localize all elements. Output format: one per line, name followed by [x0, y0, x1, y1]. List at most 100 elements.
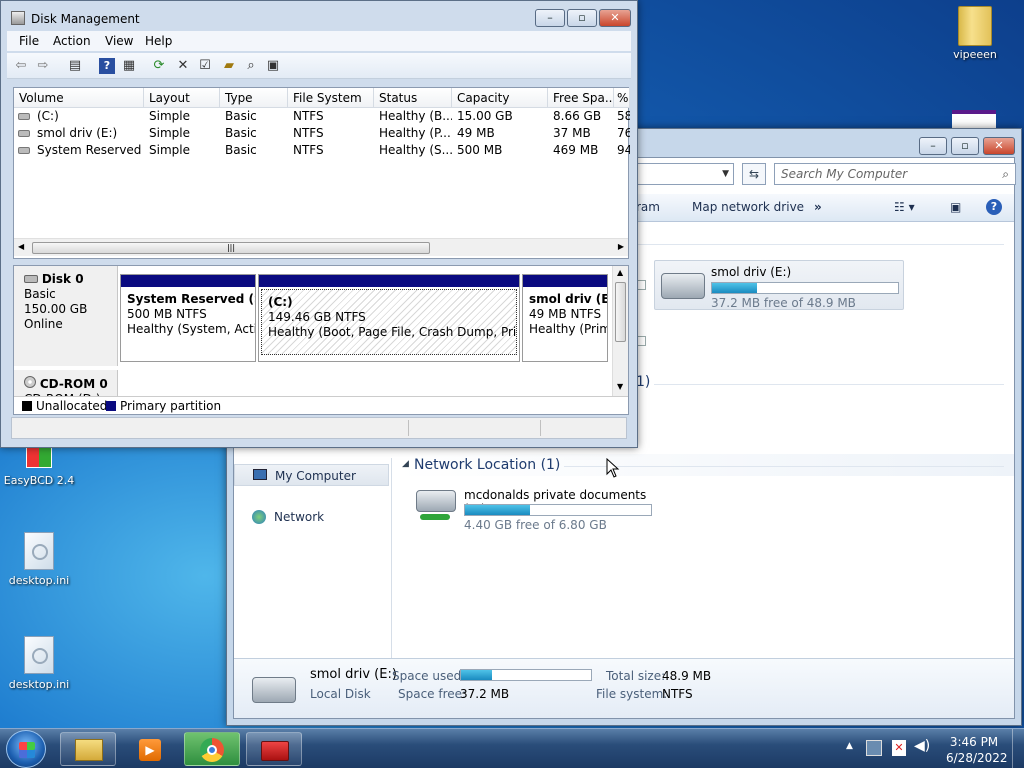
mouse-cursor-icon — [606, 458, 620, 478]
column-header-volume[interactable]: Volume — [14, 88, 144, 108]
horizontal-scrollbar[interactable]: ◀ ||| ▶ — [14, 238, 628, 256]
properties-icon[interactable]: ▦ — [121, 58, 137, 74]
cell-percent: 58 — [617, 109, 630, 123]
properties-sheet-icon[interactable]: ▣ — [265, 58, 281, 74]
program-command-button[interactable]: ram — [636, 200, 660, 214]
network-icon — [252, 510, 266, 524]
space-free-value: 37.2 MB — [460, 687, 510, 701]
scroll-right-icon[interactable]: ▶ — [618, 242, 624, 251]
column-header-type[interactable]: Type — [220, 88, 288, 108]
disk-management-window: Disk Management – ▫ ✕ File Action View H… — [0, 0, 638, 448]
drive-z-item[interactable]: mcdonalds private documents (Z:) 4.40 GB… — [408, 482, 658, 532]
column-header-layout[interactable]: Layout — [144, 88, 220, 108]
open-folder-icon[interactable]: ▰ — [221, 58, 237, 74]
help-icon[interactable]: ? — [99, 58, 115, 74]
cell-free-space: 469 MB — [553, 143, 599, 157]
minimize-button[interactable]: – — [919, 137, 947, 155]
network-location-header[interactable]: Network Location (1) — [414, 457, 560, 473]
hard-drive-icon — [661, 273, 705, 299]
cell-layout: Simple — [149, 109, 190, 123]
cell-file-system: NTFS — [293, 143, 324, 157]
search-icon[interactable]: ⌕ — [243, 58, 259, 74]
partition-c[interactable]: (C:) 149.46 GB NTFS Healthy (Boot, Page … — [258, 274, 520, 362]
back-icon[interactable]: ⇦ — [13, 58, 29, 74]
action-center-icon[interactable]: ✕ — [892, 740, 906, 756]
vertical-scrollbar[interactable]: ▲ ▼ — [612, 266, 628, 396]
view-options-icon[interactable]: ☷ ▾ — [894, 200, 915, 214]
toolbar: ⇦ ⇨ ▤ ? ▦ ⟳ ✕ ☑ ▰ ⌕ ▣ — [7, 53, 631, 79]
map-network-drive-button[interactable]: Map network drive — [692, 200, 804, 214]
chrome-icon — [200, 738, 224, 762]
show-hide-tree-icon[interactable]: ▤ — [67, 58, 83, 74]
forward-icon[interactable]: ⇨ — [35, 58, 51, 74]
more-commands-button[interactable]: » — [814, 200, 822, 214]
legend-unallocated: Unallocated — [36, 399, 108, 413]
space-used-bar — [460, 669, 592, 681]
minimize-button[interactable]: – — [535, 9, 565, 27]
network-tray-icon[interactable] — [866, 740, 882, 756]
cell-percent: 94 — [617, 143, 630, 157]
scroll-left-icon[interactable]: ◀ — [18, 242, 24, 251]
taskbar-disk-management[interactable] — [246, 732, 302, 766]
search-input[interactable]: Search My Computer ⌕ — [774, 163, 1016, 185]
app-icon — [11, 11, 25, 25]
scroll-up-icon[interactable]: ▲ — [617, 268, 623, 277]
menu-file[interactable]: File — [19, 34, 39, 48]
drive-e-tile[interactable]: smol driv (E:) 37.2 MB free of 48.9 MB — [654, 260, 904, 310]
maximize-button[interactable]: ▫ — [567, 9, 597, 27]
menu-help[interactable]: Help — [145, 34, 172, 48]
group-divider — [654, 384, 1004, 385]
cdrom-name: CD-ROM 0 — [39, 377, 108, 391]
cell-type: Basic — [225, 109, 257, 123]
close-button[interactable]: ✕ — [983, 137, 1015, 155]
disk0-info[interactable]: Disk 0 Basic 150.00 GB Online — [14, 266, 118, 366]
settings-icon[interactable]: ☑ — [197, 58, 213, 74]
group-divider — [564, 466, 1004, 467]
cell-status: Healthy (P... — [379, 126, 451, 140]
volume-icon[interactable]: ◀) — [914, 738, 930, 754]
cell-status: Healthy (S... — [379, 143, 452, 157]
column-header-capacity[interactable]: Capacity — [452, 88, 548, 108]
nav-item-my-computer[interactable]: My Computer — [234, 464, 389, 486]
refresh-button[interactable]: ⇆ — [742, 163, 766, 185]
scroll-thumb[interactable]: ||| — [32, 242, 430, 254]
partition-system-reserved[interactable]: System Reserved (S:) 500 MB NTFS Healthy… — [120, 274, 256, 362]
menu-view[interactable]: View — [105, 34, 133, 48]
column-header-free-space[interactable]: Free Spa... — [548, 88, 614, 108]
delete-icon[interactable]: ✕ — [175, 58, 191, 74]
details-drive-type: Local Disk — [310, 687, 371, 701]
legend-unallocated-swatch — [22, 401, 32, 411]
desktop-icon-desktop-ini-2[interactable]: desktop.ini — [2, 636, 76, 691]
status-bar — [11, 417, 627, 439]
column-header-file-system[interactable]: File System — [288, 88, 374, 108]
legend-primary: Primary partition — [120, 399, 222, 413]
details-pane: smol driv (E:) Local Disk Space used: Sp… — [234, 658, 1014, 718]
taskbar-media-player[interactable]: ▶ — [122, 732, 178, 766]
chevron-down-icon[interactable]: ▼ — [722, 164, 729, 184]
help-icon[interactable]: ? — [986, 199, 1002, 215]
show-hidden-icons[interactable]: ▲ — [846, 741, 853, 751]
maximize-button[interactable]: ▫ — [951, 137, 979, 155]
nav-item-network[interactable]: Network — [234, 506, 389, 528]
desktop-icon-desktop-ini-1[interactable]: desktop.ini — [2, 532, 76, 587]
desktop-icon-easybcd[interactable]: EasyBCD 2.4 — [2, 446, 76, 487]
menu-action[interactable]: Action — [53, 34, 91, 48]
scroll-thumb[interactable] — [615, 282, 626, 342]
start-button[interactable] — [6, 730, 46, 768]
desktop-icon-label: desktop.ini — [8, 678, 70, 691]
collapse-triangle-icon[interactable]: ◢ — [402, 459, 409, 469]
column-header-percent[interactable]: % — [614, 88, 630, 108]
legend-primary-swatch — [106, 401, 116, 411]
partition-e[interactable]: smol driv (E:) 49 MB NTFS Healthy (Prim — [522, 274, 608, 362]
close-button[interactable]: ✕ — [599, 9, 631, 27]
scroll-down-icon[interactable]: ▼ — [617, 382, 623, 391]
taskbar-chrome[interactable] — [184, 732, 240, 766]
column-header-status[interactable]: Status — [374, 88, 452, 108]
clock[interactable]: 3:46 PM 6/28/2022 — [946, 734, 1008, 766]
desktop-icon-vipeeen[interactable]: vipeeen — [938, 6, 1012, 61]
taskbar-explorer[interactable] — [60, 732, 116, 766]
preview-pane-icon[interactable]: ▣ — [950, 200, 961, 214]
show-desktop-button[interactable] — [1012, 729, 1024, 768]
refresh-icon[interactable]: ⟳ — [151, 58, 167, 74]
partition-bar — [121, 275, 255, 287]
